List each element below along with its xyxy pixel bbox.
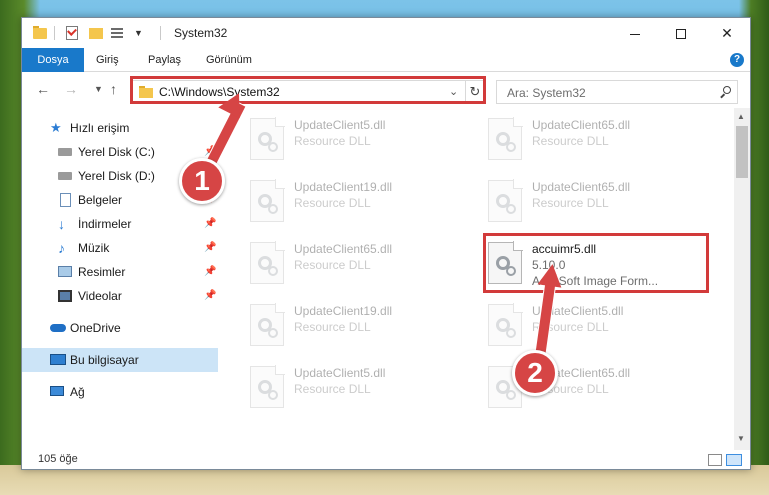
search-placeholder: Ara: System32 [507,86,586,100]
minimize-button[interactable] [612,18,658,48]
minimize-icon [630,33,640,35]
sidebar-item-quick-access[interactable]: ★ Hızlı erişim [22,116,218,140]
computer-icon [50,354,66,365]
separator [160,26,161,40]
help-icon[interactable]: ? [730,53,744,67]
dll-file-icon [250,117,285,160]
forward-arrow-icon[interactable]: → [64,81,78,97]
properties-check-icon[interactable] [64,25,80,41]
explorer-window: ▼ System32 ✕ Dosya Giriş Paylaş Görünüm … [21,17,751,470]
up-arrow-icon[interactable]: ↑ [110,81,117,97]
tab-home[interactable]: Giriş [84,48,131,72]
new-folder-icon[interactable] [88,25,104,41]
sidebar-item-this-pc[interactable]: Bu bilgisayar [22,348,218,372]
file-name: UpdateClient5.dll [294,366,386,380]
file-description: Resource DLL [294,258,371,272]
dll-file-icon [488,179,523,222]
ribbon-tabs: Dosya Giriş Paylaş Görünüm ? [22,48,750,72]
file-description: Resource DLL [294,196,371,210]
pin-icon[interactable]: 📌 [204,260,216,284]
scroll-down-icon[interactable]: ▼ [737,434,745,443]
title-bar: ▼ System32 ✕ [22,18,750,48]
folder-icon [32,25,48,41]
pin-icon[interactable]: 📌 [204,236,216,260]
vertical-scrollbar[interactable]: ▲ ▼ [734,108,750,450]
annotation-arrowhead-2 [537,262,565,288]
download-icon: ↓ [58,216,65,232]
pin-icon[interactable]: 📌 [204,212,216,236]
video-icon [58,290,72,302]
file-tile[interactable]: UpdateClient19.dll Resource DLL [244,298,480,354]
star-icon: ★ [50,120,62,135]
file-tile[interactable]: UpdateClient65.dll Resource DLL [482,112,718,168]
sidebar-item-network[interactable]: Ağ [22,380,218,404]
tab-share[interactable]: Paylaş [136,48,193,72]
sidebar-item-onedrive[interactable]: OneDrive [22,316,218,340]
file-description: Resource DLL [294,134,371,148]
documents-icon [60,193,71,207]
dll-file-icon [250,303,285,346]
scroll-up-icon[interactable]: ▲ [737,112,745,121]
maximize-icon [676,29,686,40]
file-name: UpdateClient19.dll [294,304,393,318]
file-tile[interactable]: UpdateClient5.dll Resource DLL [244,112,480,168]
search-icon[interactable] [719,85,733,99]
file-description: Resource DLL [294,320,371,334]
drive-icon [58,148,72,156]
file-name: UpdateClient65.dll [294,242,393,256]
window-title: System32 [174,26,228,40]
dll-file-icon [488,117,523,160]
sidebar-item-pictures[interactable]: Resimler 📌 [22,260,218,284]
file-tile[interactable]: UpdateClient19.dll Resource DLL [244,174,480,230]
file-description: Resource DLL [532,134,609,148]
file-name: UpdateClient19.dll [294,180,393,194]
file-name: UpdateClient65.dll [532,118,631,132]
step-badge-2: 2 [512,350,558,396]
dll-file-icon [250,365,285,408]
pin-icon[interactable]: 📌 [204,284,216,308]
file-description: Resource DLL [532,196,609,210]
separator [54,26,55,40]
file-tile[interactable]: UpdateClient5.dll Resource DLL [244,360,480,416]
highlight-address-bar [130,76,486,104]
tab-view[interactable]: Görünüm [194,48,264,72]
item-count: 105 öğe [38,453,78,465]
file-name: UpdateClient65.dll [532,180,631,194]
back-arrow-icon[interactable]: ← [36,81,50,97]
scrollbar-thumb[interactable] [736,126,748,178]
maximize-button[interactable] [658,18,704,48]
large-icons-view-icon[interactable] [726,454,742,466]
drive-icon [58,172,72,180]
close-icon: ✕ [721,25,733,41]
cloud-icon [50,324,66,332]
sidebar-item-videos[interactable]: Videolar 📌 [22,284,218,308]
music-icon: ♪ [58,240,65,256]
step-badge-1: 1 [179,158,225,204]
search-input[interactable]: Ara: System32 [496,80,738,104]
sidebar-item-downloads[interactable]: ↓ İndirmeler 📌 [22,212,218,236]
highlight-file-tile [483,233,709,293]
file-tile[interactable]: UpdateClient65.dll Resource DLL [482,174,718,230]
recent-locations-icon[interactable]: ▼ [94,84,103,94]
file-name: UpdateClient5.dll [294,118,386,132]
sidebar-item-music[interactable]: ♪ Müzik 📌 [22,236,218,260]
details-view-icon[interactable] [708,454,722,466]
status-bar: 105 öğe [22,450,750,469]
file-tile[interactable]: UpdateClient5.dll Resource DLL [482,298,718,354]
file-tile[interactable]: UpdateClient65.dll Resource DLL [244,236,480,292]
sidebar-item-local-disk-c[interactable]: Yerel Disk (C:) 📌 [22,140,218,164]
customize-toolbar-icon[interactable] [110,25,126,41]
pictures-icon [58,266,72,277]
quick-access-dropdown-icon[interactable]: ▼ [134,28,143,38]
dll-file-icon [488,303,523,346]
network-icon [50,386,64,396]
tab-file[interactable]: Dosya [22,48,84,72]
file-description: Resource DLL [294,382,371,396]
close-button[interactable]: ✕ [704,18,750,48]
dll-file-icon [250,241,285,284]
dll-file-icon [250,179,285,222]
